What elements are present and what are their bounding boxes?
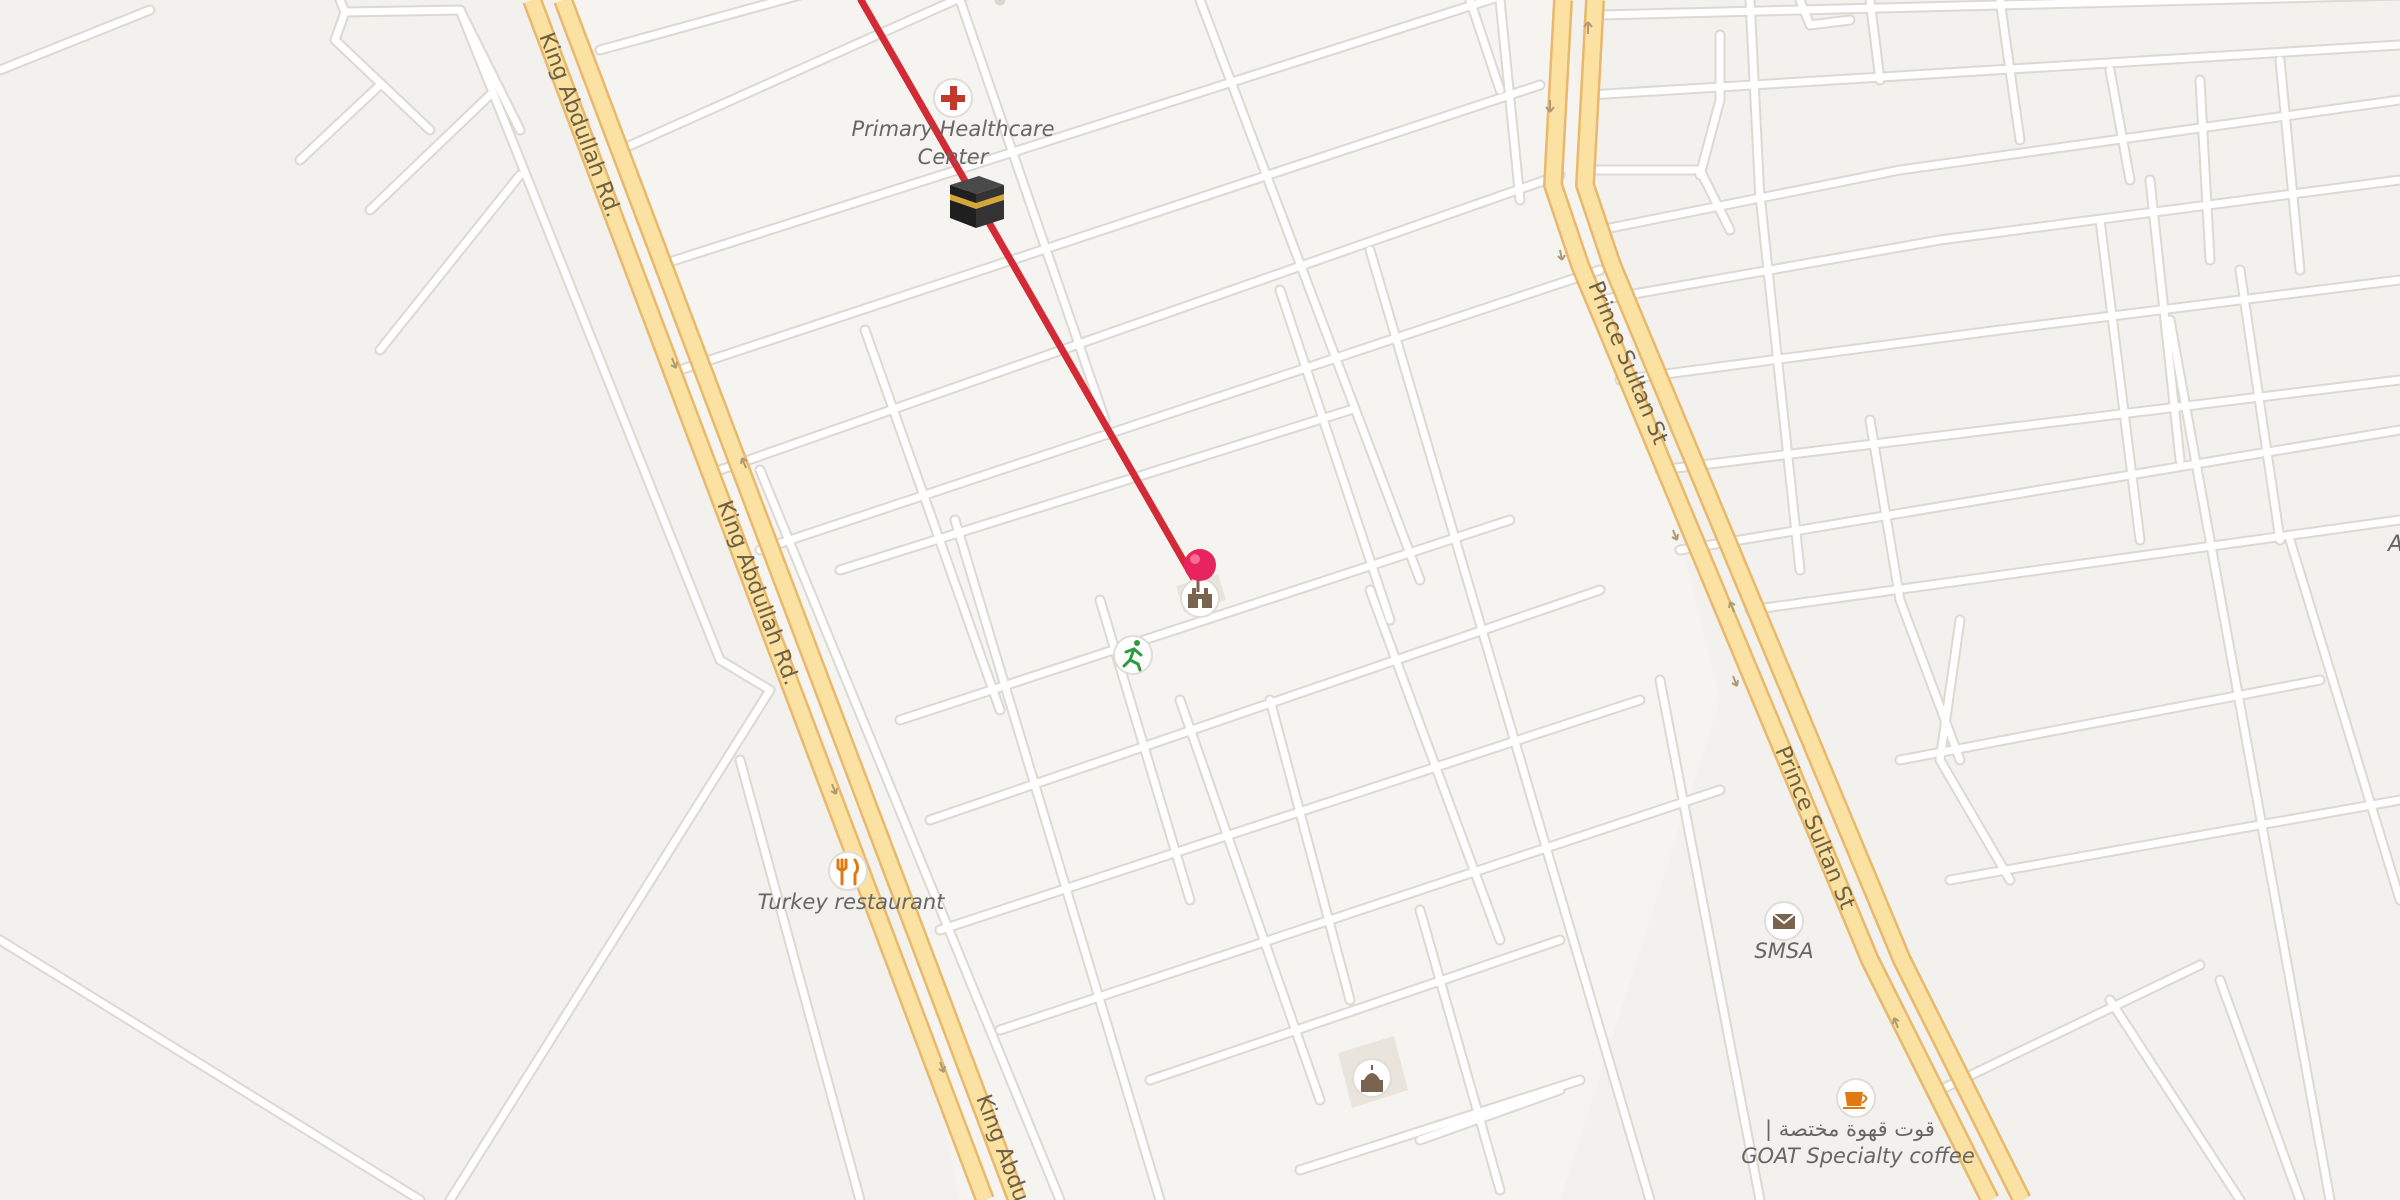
poi-label: GOAT Specialty coffee [1741, 1144, 1975, 1168]
envelope-icon [1772, 913, 1796, 929]
map-canvas[interactable]: King Abdullah Rd. King Abdullah Rd. King… [0, 0, 2400, 1200]
poi-label: Primary Healthcare [851, 117, 1054, 141]
poi-label: Center [918, 145, 990, 169]
poi-label: SMSA [1754, 939, 1813, 963]
poi-label: Turkey restaurant [758, 890, 946, 914]
kaaba-icon[interactable] [950, 176, 1004, 228]
poi-park[interactable] [1113, 635, 1153, 675]
edge-label: A [2386, 532, 2400, 557]
poi-label: قوت قهوة مختصة | [1765, 1117, 1935, 1142]
